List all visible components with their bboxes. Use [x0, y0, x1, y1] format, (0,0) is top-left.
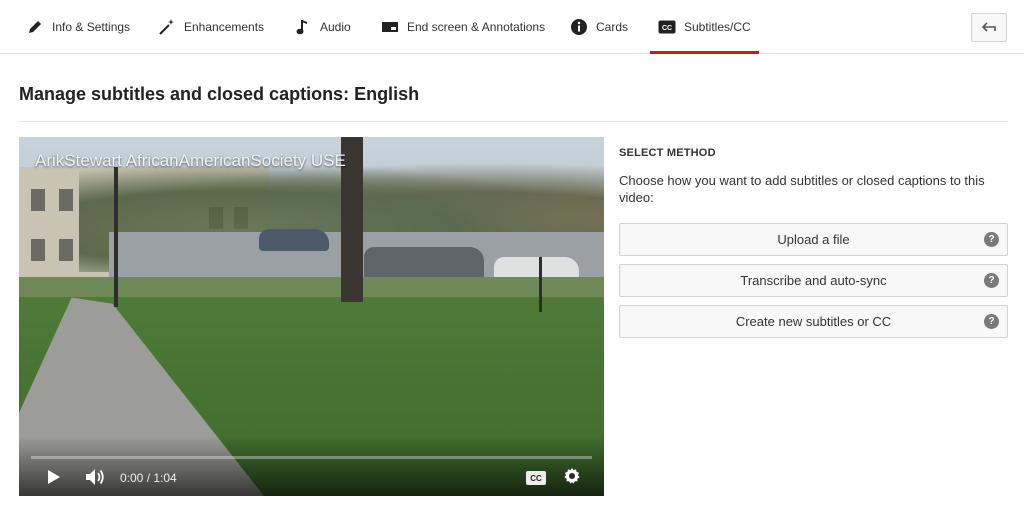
- button-label: Create new subtitles or CC: [735, 314, 892, 329]
- settings-button[interactable]: [562, 467, 582, 490]
- tab-cards[interactable]: Cards: [570, 0, 628, 54]
- video-controls: 0:00 / 1:04 CC: [19, 463, 604, 493]
- time-display: 0:00 / 1:04: [120, 471, 177, 485]
- select-method-heading: SELECT METHOD: [619, 147, 716, 159]
- tab-label: Enhancements: [184, 20, 265, 34]
- volume-icon: [85, 468, 105, 491]
- create-subtitles-button[interactable]: Create new subtitles or CC ?: [619, 305, 1008, 338]
- tab-info-settings[interactable]: Info & Settings: [26, 0, 130, 54]
- volume-button[interactable]: [83, 468, 107, 490]
- editor-tabs: Info & Settings Enhancements Audio End s…: [0, 0, 1024, 54]
- tab-label: Info & Settings: [52, 20, 131, 34]
- page-title: Manage subtitles and closed captions: En…: [19, 84, 420, 104]
- music-note-icon: [294, 18, 312, 36]
- help-icon[interactable]: ?: [984, 232, 999, 247]
- gear-icon: [563, 467, 581, 490]
- captions-button[interactable]: CC: [526, 471, 546, 485]
- tab-enhancements[interactable]: Enhancements: [158, 0, 264, 54]
- upload-file-button[interactable]: Upload a file ?: [619, 223, 1008, 256]
- tab-label: Audio: [320, 20, 351, 34]
- info-icon: [570, 18, 588, 36]
- button-label: Upload a file: [777, 232, 850, 247]
- progress-bar[interactable]: [31, 456, 592, 459]
- cc-label: CC: [530, 473, 542, 483]
- video-title: ArikStewart AfricanAmericanSociety USE: [35, 151, 346, 170]
- cc-icon: CC: [658, 18, 676, 36]
- transcribe-auto-sync-button[interactable]: Transcribe and auto-sync ?: [619, 264, 1008, 297]
- select-method-description: Choose how you want to add subtitles or …: [619, 173, 985, 205]
- help-icon[interactable]: ?: [984, 273, 999, 288]
- svg-text:CC: CC: [662, 25, 672, 32]
- back-button[interactable]: [971, 13, 1007, 42]
- back-arrow-icon: [981, 19, 996, 37]
- tab-end-screen-annotations[interactable]: End screen & Annotations: [381, 0, 545, 54]
- video-player[interactable]: ArikStewart AfricanAmericanSociety USE 0…: [19, 137, 604, 496]
- help-icon[interactable]: ?: [984, 314, 999, 329]
- button-label: Transcribe and auto-sync: [740, 273, 887, 288]
- tab-label: End screen & Annotations: [407, 20, 546, 34]
- pencil-icon: [26, 18, 44, 36]
- play-icon: [47, 469, 61, 490]
- play-button[interactable]: [43, 469, 65, 489]
- tab-subtitles-cc[interactable]: CC Subtitles/CC: [650, 0, 759, 54]
- tab-audio[interactable]: Audio: [294, 0, 351, 54]
- magic-wand-icon: [158, 18, 176, 36]
- tab-label: Cards: [596, 20, 629, 34]
- tab-label: Subtitles/CC: [684, 20, 751, 34]
- end-screen-icon: [381, 18, 399, 36]
- title-divider: [19, 121, 1008, 122]
